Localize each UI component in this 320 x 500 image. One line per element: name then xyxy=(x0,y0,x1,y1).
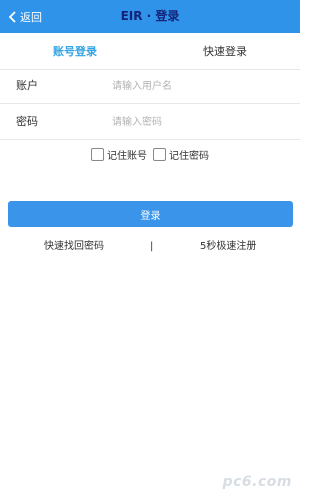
checkbox-box[interactable] xyxy=(153,147,166,161)
remember-account-checkbox[interactable]: 记住账号 xyxy=(91,147,147,162)
remember-password-label: 记住密码 xyxy=(169,150,209,162)
tab-quick-login[interactable]: 快速登录 xyxy=(150,33,300,69)
watermark: pc6.com xyxy=(222,474,292,490)
login-tabs: 账号登录 快速登录 xyxy=(0,33,300,70)
checkbox-box[interactable] xyxy=(91,147,104,161)
top-bar: 返回 EIR · 登录 xyxy=(0,0,300,33)
password-input[interactable] xyxy=(112,112,288,132)
password-row: 密码 xyxy=(0,104,300,140)
link-separator: | xyxy=(150,241,154,252)
remember-password-checkbox[interactable]: 记住密码 xyxy=(153,147,209,162)
login-button[interactable]: 登录 xyxy=(8,201,293,227)
account-input[interactable] xyxy=(112,76,288,96)
register-link[interactable]: 5秒极速注册 xyxy=(200,238,256,256)
remember-options: 记住账号 记住密码 xyxy=(0,143,300,165)
password-label: 密码 xyxy=(16,115,38,128)
remember-account-label: 记住账号 xyxy=(107,150,147,162)
account-label: 账户 xyxy=(16,79,38,92)
auxiliary-links: 快速找回密码 | 5秒极速注册 xyxy=(0,238,300,256)
account-row: 账户 xyxy=(0,68,300,104)
forgot-password-link[interactable]: 快速找回密码 xyxy=(44,238,104,256)
tab-account-login[interactable]: 账号登录 xyxy=(0,33,150,69)
page-title: EIR · 登录 xyxy=(120,9,180,23)
